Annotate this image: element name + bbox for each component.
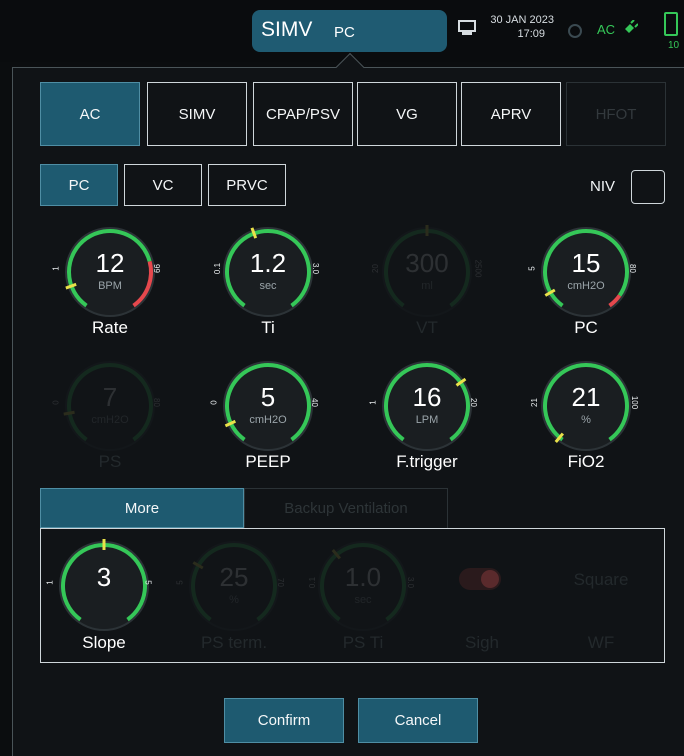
power-source-label: AC (597, 22, 616, 37)
dial-ps[interactable]: 7 cmH2O 0 80 (52, 356, 161, 456)
dial-value: 1.0 (344, 562, 382, 592)
dial-value: 21 (571, 382, 601, 412)
dial-min: 1 (51, 266, 61, 271)
dial-value: 3 (96, 562, 112, 592)
dial-unit: cmH2O (91, 414, 129, 426)
monitor-icon (458, 20, 476, 35)
dial-unit: cmH2O (567, 280, 605, 292)
niv-checkbox[interactable] (631, 170, 665, 204)
dial-min: 21 (529, 398, 539, 407)
dial-min: 0.1 (213, 262, 223, 275)
dial-unit: % (581, 414, 591, 426)
dial-unit: BPM (98, 280, 122, 292)
dial-unit: sec (354, 594, 372, 606)
dial-f-trigger[interactable]: 16 LPM 1 20 (369, 356, 478, 456)
tab-more[interactable]: More (40, 488, 244, 528)
dial-unit: LPM (415, 414, 439, 426)
dial-value: 300 (405, 248, 449, 278)
dial-label-ps: PS (98, 452, 122, 471)
dial-max: 80 (627, 264, 637, 273)
dial-max: 20 (468, 398, 478, 407)
dial-pc[interactable]: 15 cmH2O 5 80 (528, 222, 637, 322)
status-spinner-icon (568, 24, 582, 38)
dial-label-f-trigger: F.trigger (396, 452, 458, 471)
dial-label-fio2: FiO2 (567, 452, 605, 471)
dial-max: 80 (151, 398, 161, 407)
dial-peep[interactable]: 5 cmH2O 0 40 (210, 356, 319, 456)
submode-button-vc[interactable]: VC (124, 164, 202, 206)
dial-unit: % (229, 594, 239, 606)
dial-value: 12 (95, 248, 125, 278)
dial-min: 5 (527, 266, 537, 271)
dial-max: 100 (630, 395, 640, 410)
time-display: 17:09 (517, 28, 545, 40)
niv-label: NIV (590, 178, 616, 195)
mode-button-simv[interactable]: SIMV (147, 82, 247, 146)
current-mode-sub: PC (334, 24, 355, 41)
mode-button-vg[interactable]: VG (357, 82, 457, 146)
dial-max: 2500 (473, 259, 483, 278)
submode-button-prvc[interactable]: PRVC (208, 164, 286, 206)
mode-button-ac[interactable]: AC (40, 82, 140, 146)
dial-value: 5 (260, 382, 276, 412)
dial-label-rate: Rate (92, 318, 128, 337)
dial-unit: cmH2O (249, 414, 287, 426)
dial-vt[interactable]: 300 ml 20 2500 (371, 222, 482, 322)
battery-level: 10 (668, 40, 680, 51)
dial-max: 99 (151, 264, 161, 273)
dial-value: 7 (102, 382, 118, 412)
submode-button-pc[interactable]: PC (40, 164, 118, 206)
waveform-value[interactable]: Square (566, 570, 636, 590)
dial-min: 20 (370, 264, 380, 273)
current-mode-pill[interactable]: SIMV PC (252, 10, 447, 52)
mode-button-hfot[interactable]: HFOT (566, 82, 666, 146)
dial-label-slope: Slope (82, 633, 126, 652)
dial-min: 0 (51, 400, 61, 405)
dial-ti[interactable]: 1.2 sec 0.1 3.0 (213, 222, 321, 322)
dial-min: 0 (209, 400, 219, 405)
dial-max: 40 (309, 398, 319, 407)
top-status-bar: SIMV PC 30 JAN 2023 17:09 AC 10 (0, 0, 684, 62)
current-mode-main: SIMV (261, 18, 313, 41)
dial-value: 1.2 (249, 248, 287, 278)
dial-unit: ml (421, 280, 433, 292)
cancel-button[interactable]: Cancel (358, 698, 478, 743)
plug-icon (623, 20, 638, 35)
sigh-toggle[interactable] (459, 568, 501, 590)
dial-label-peep: PEEP (245, 452, 291, 471)
dial-label-ti: Ti (261, 318, 275, 337)
battery-icon (664, 12, 678, 36)
dial-max: 3.0 (311, 262, 321, 275)
dial-value: 15 (571, 248, 601, 278)
dial-ps-ti[interactable]: 1.0 sec 0.1 3.0 (308, 536, 416, 636)
dial-value: 25 (219, 562, 249, 592)
mode-button-aprv[interactable]: APRV (461, 82, 561, 146)
waveform-label: WF (587, 633, 615, 652)
dial-max: 5 (143, 580, 153, 585)
dial-label-vt: VT (416, 318, 438, 337)
tab-backup-ventilation[interactable]: Backup Ventilation (244, 488, 448, 528)
dial-slope[interactable]: 3 1 5 (46, 536, 154, 636)
mode-button-cpap-psv[interactable]: CPAP/PSV (253, 82, 353, 146)
dial-max: 3.0 (406, 576, 416, 589)
dial-fio2[interactable]: 21% 21 100 (530, 356, 640, 456)
dial-rate[interactable]: 12 BPM 1 99 (52, 222, 161, 322)
dial-min: 1 (45, 580, 55, 585)
dial-ps-term-[interactable]: 25% 5 70 (176, 536, 285, 636)
confirm-button[interactable]: Confirm (224, 698, 344, 743)
dial-max: 70 (275, 578, 285, 587)
date-display: 30 JAN 2023 (490, 14, 554, 26)
dial-min: 1 (368, 400, 378, 405)
dial-label-ps-term-: PS term. (200, 633, 268, 652)
dial-min: 5 (175, 580, 185, 585)
dial-min: 0.1 (308, 576, 318, 589)
dial-value: 16 (412, 382, 442, 412)
dial-unit: sec (259, 280, 277, 292)
dial-label-pc: PC (574, 318, 598, 337)
